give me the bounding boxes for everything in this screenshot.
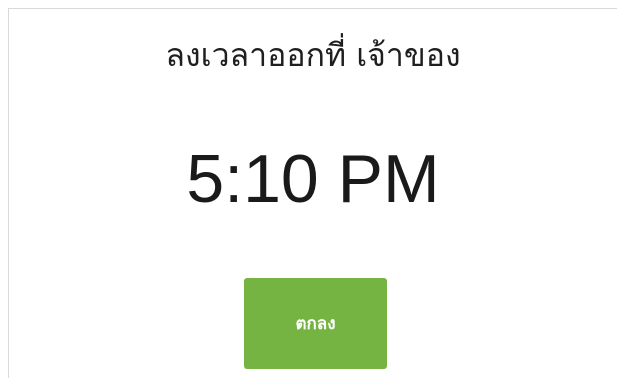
ok-button-label: ตกลง <box>295 314 336 334</box>
clock-out-dialog: ลงเวลาออกที่ เจ้าของ 5:10 PM ตกลง <box>8 8 617 378</box>
ok-button[interactable]: ตกลง <box>244 278 387 369</box>
dialog-title: ลงเวลาออกที่ เจ้าของ <box>165 36 461 74</box>
clock-out-time: 5:10 PM <box>186 141 440 217</box>
